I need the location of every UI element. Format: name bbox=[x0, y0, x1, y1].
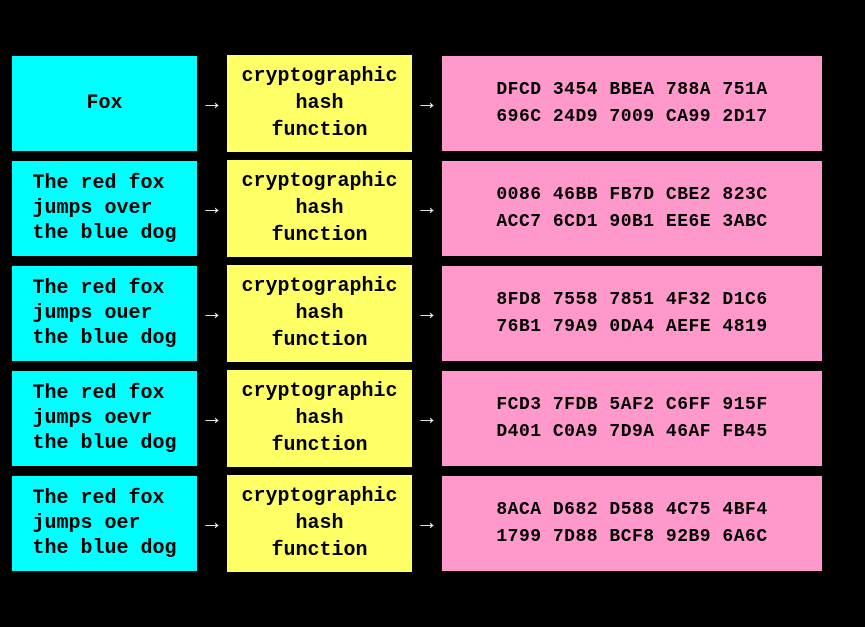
output-line2-1: ACC7 6CD1 90B1 EE6E 3ABC bbox=[496, 212, 767, 232]
arrow-left-0: → bbox=[197, 91, 227, 116]
arrow-left-4: → bbox=[197, 511, 227, 536]
hash-output-2: 8FD8 7558 7851 4F32 D1C676B1 79A9 0DA4 A… bbox=[442, 266, 822, 361]
hash-output-4: 8ACA D682 D588 4C75 4BF41799 7D88 BCF8 9… bbox=[442, 476, 822, 571]
arrow-left-1: → bbox=[197, 196, 227, 221]
hash-row-4: The red fox jumps oer the blue dog→crypt… bbox=[12, 475, 853, 572]
hash-row-2: The red fox jumps ouer the blue dog→cryp… bbox=[12, 265, 853, 362]
input-text-3: The red fox jumps oevr the blue dog bbox=[12, 371, 197, 466]
output-line2-4: 1799 7D88 BCF8 92B9 6A6C bbox=[496, 527, 767, 547]
hash-function-box-1: cryptographic hash function bbox=[227, 160, 412, 257]
arrow-left-3: → bbox=[197, 406, 227, 431]
output-line1-3: FCD3 7FDB 5AF2 C6FF 915FD401 C0A9 7D9A 4… bbox=[496, 392, 767, 446]
hash-function-box-2: cryptographic hash function bbox=[227, 265, 412, 362]
output-line1-2: 8FD8 7558 7851 4F32 D1C676B1 79A9 0DA4 A… bbox=[496, 287, 767, 341]
input-text-4: The red fox jumps oer the blue dog bbox=[12, 476, 197, 571]
hash-output-0: DFCD 3454 BBEA 788A 751A696C 24D9 7009 C… bbox=[442, 56, 822, 151]
output-line1-0: DFCD 3454 BBEA 788A 751A696C 24D9 7009 C… bbox=[496, 77, 767, 131]
hash-function-box-3: cryptographic hash function bbox=[227, 370, 412, 467]
arrow-right-0: → bbox=[412, 91, 442, 116]
hash-function-box-4: cryptographic hash function bbox=[227, 475, 412, 572]
output-line1-1: 0086 46BB FB7D CBE2 823CACC7 6CD1 90B1 E… bbox=[496, 182, 767, 236]
main-container: Fox→cryptographic hash function→DFCD 345… bbox=[0, 43, 865, 584]
hash-row-3: The red fox jumps oevr the blue dog→cryp… bbox=[12, 370, 853, 467]
input-text-2: The red fox jumps ouer the blue dog bbox=[12, 266, 197, 361]
output-line2-3: D401 C0A9 7D9A 46AF FB45 bbox=[496, 422, 767, 442]
arrow-left-2: → bbox=[197, 301, 227, 326]
hash-function-box-0: cryptographic hash function bbox=[227, 55, 412, 152]
hash-output-1: 0086 46BB FB7D CBE2 823CACC7 6CD1 90B1 E… bbox=[442, 161, 822, 256]
input-text-0: Fox bbox=[12, 56, 197, 151]
arrow-right-2: → bbox=[412, 301, 442, 326]
arrow-right-4: → bbox=[412, 511, 442, 536]
input-text-1: The red fox jumps over the blue dog bbox=[12, 161, 197, 256]
hash-row-1: The red fox jumps over the blue dog→cryp… bbox=[12, 160, 853, 257]
output-line2-2: 76B1 79A9 0DA4 AEFE 4819 bbox=[496, 317, 767, 337]
output-line2-0: 696C 24D9 7009 CA99 2D17 bbox=[496, 107, 767, 127]
arrow-right-3: → bbox=[412, 406, 442, 431]
output-line1-4: 8ACA D682 D588 4C75 4BF41799 7D88 BCF8 9… bbox=[496, 497, 767, 551]
arrow-right-1: → bbox=[412, 196, 442, 221]
hash-output-3: FCD3 7FDB 5AF2 C6FF 915FD401 C0A9 7D9A 4… bbox=[442, 371, 822, 466]
hash-row-0: Fox→cryptographic hash function→DFCD 345… bbox=[12, 55, 853, 152]
